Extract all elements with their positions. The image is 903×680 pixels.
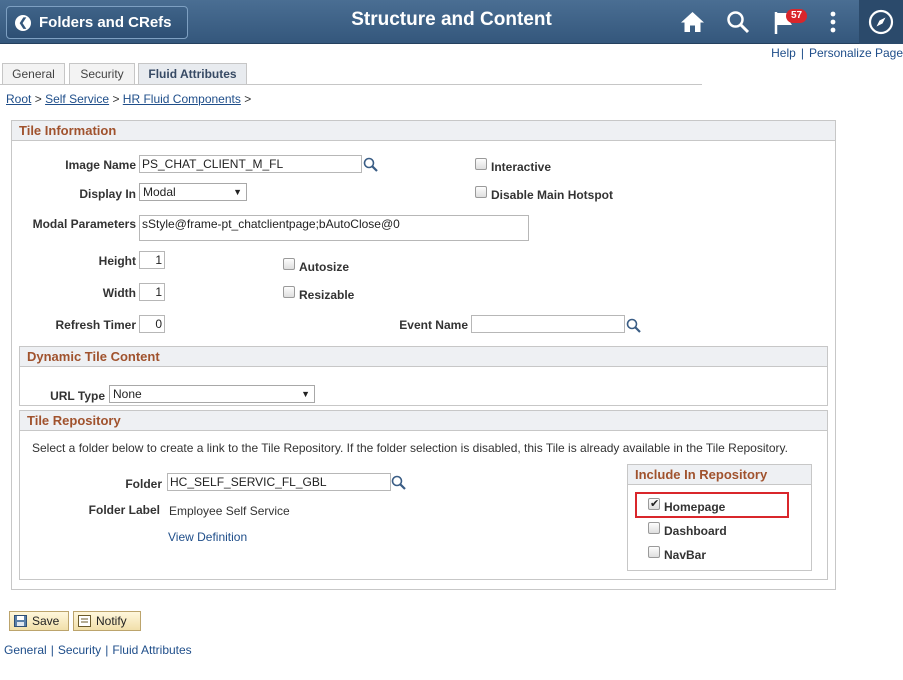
home-icon[interactable] (680, 10, 705, 34)
event-name-label: Event Name (399, 318, 468, 332)
autosize-checkbox[interactable] (283, 258, 295, 270)
app-header: ❮ Folders and CRefs Structure and Conten… (0, 0, 903, 44)
tile-repository-heading: Tile Repository (20, 411, 827, 431)
dynamic-tile-content-heading: Dynamic Tile Content (20, 347, 827, 367)
refresh-timer-label: Refresh Timer (55, 318, 136, 332)
folder-label-value: Employee Self Service (169, 504, 290, 518)
homepage-label: Homepage (664, 500, 726, 514)
disable-main-hotspot-checkbox[interactable] (475, 186, 487, 198)
tab-security[interactable]: Security (69, 63, 135, 84)
event-name-field[interactable] (471, 315, 625, 333)
folder-field[interactable]: HC_SELF_SERVIC_FL_GBL (167, 473, 391, 491)
compass-icon (868, 9, 894, 35)
homepage-checkbox[interactable] (648, 497, 660, 510)
height-field[interactable]: 1 (139, 251, 165, 269)
back-button[interactable]: ❮ Folders and CRefs (6, 6, 188, 39)
help-link[interactable]: Help (771, 46, 796, 60)
chevron-down-icon: ▼ (301, 389, 310, 399)
notify-button[interactable]: Notify (73, 611, 141, 631)
notify-button-label: Notify (96, 614, 127, 628)
chevron-down-icon: ▼ (233, 187, 242, 197)
interactive-checkbox[interactable] (475, 158, 487, 170)
dashboard-checkbox[interactable] (648, 522, 660, 534)
display-in-value: Modal (143, 185, 176, 199)
save-icon (14, 615, 27, 627)
image-name-field[interactable]: PS_CHAT_CLIENT_M_FL (139, 155, 362, 173)
interactive-label: Interactive (491, 160, 552, 174)
notification-badge: 57 (786, 9, 808, 23)
modal-parameters-label: Modal Parameters (32, 217, 136, 231)
bottom-link-fluid-attributes[interactable]: Fluid Attributes (112, 643, 191, 657)
back-button-label: Folders and CRefs (39, 14, 172, 31)
width-field[interactable]: 1 (139, 283, 165, 301)
url-type-label: URL Type (50, 389, 105, 403)
resizable-checkbox[interactable] (283, 286, 295, 298)
tab-divider (0, 84, 702, 85)
height-label: Height (98, 254, 136, 268)
folder-label-label: Folder Label (88, 503, 160, 517)
bottom-link-general[interactable]: General (4, 643, 47, 657)
save-button[interactable]: Save (9, 611, 69, 631)
navbar-button[interactable] (859, 0, 903, 44)
breadcrumb-self-service[interactable]: Self Service (45, 92, 109, 106)
bottom-link-security[interactable]: Security (58, 643, 101, 657)
navbar-label: NavBar (664, 548, 707, 562)
dashboard-label: Dashboard (664, 524, 727, 538)
personalize-page-link[interactable]: Personalize Page (809, 46, 903, 60)
modal-parameters-field[interactable]: sStyle@frame-pt_chatclientpage;bAutoClos… (139, 215, 529, 241)
search-icon[interactable] (726, 10, 750, 34)
navbar-checkbox[interactable] (648, 546, 660, 558)
chevron-left-icon: ❮ (15, 14, 31, 31)
tab-general[interactable]: General (2, 63, 65, 84)
disable-main-hotspot-label: Disable Main Hotspot (491, 188, 614, 202)
folder-label: Folder (125, 477, 162, 491)
width-label: Width (102, 286, 136, 300)
include-in-repository-heading: Include In Repository (628, 465, 811, 485)
autosize-label: Autosize (299, 260, 350, 274)
top-links: Help | Personalize Page (771, 46, 903, 60)
image-name-lookup-icon[interactable] (363, 157, 379, 173)
tile-repository-instructions: Select a folder below to create a link t… (32, 441, 788, 455)
resizable-label: Resizable (299, 288, 355, 302)
save-button-label: Save (32, 614, 60, 628)
url-type-value: None (113, 387, 142, 401)
tab-fluid-attributes[interactable]: Fluid Attributes (138, 63, 247, 84)
breadcrumb-hr-fluid-components[interactable]: HR Fluid Components (123, 92, 241, 106)
more-actions-icon[interactable] (828, 10, 838, 34)
url-type-select[interactable]: None ▼ (109, 385, 315, 403)
refresh-timer-field[interactable]: 0 (139, 315, 165, 333)
folder-lookup-icon[interactable] (391, 475, 407, 491)
display-in-select[interactable]: Modal ▼ (139, 183, 247, 201)
event-name-lookup-icon[interactable] (626, 318, 642, 334)
tile-information-heading: Tile Information (12, 121, 835, 141)
breadcrumb-root[interactable]: Root (6, 92, 31, 106)
breadcrumb: Root > Self Service > HR Fluid Component… (6, 92, 252, 106)
display-in-label: Display In (79, 187, 136, 201)
notify-icon (78, 615, 91, 627)
image-name-label: Image Name (65, 158, 136, 172)
view-definition-link[interactable]: View Definition (168, 530, 247, 544)
bottom-links: General | Security | Fluid Attributes (4, 643, 192, 657)
